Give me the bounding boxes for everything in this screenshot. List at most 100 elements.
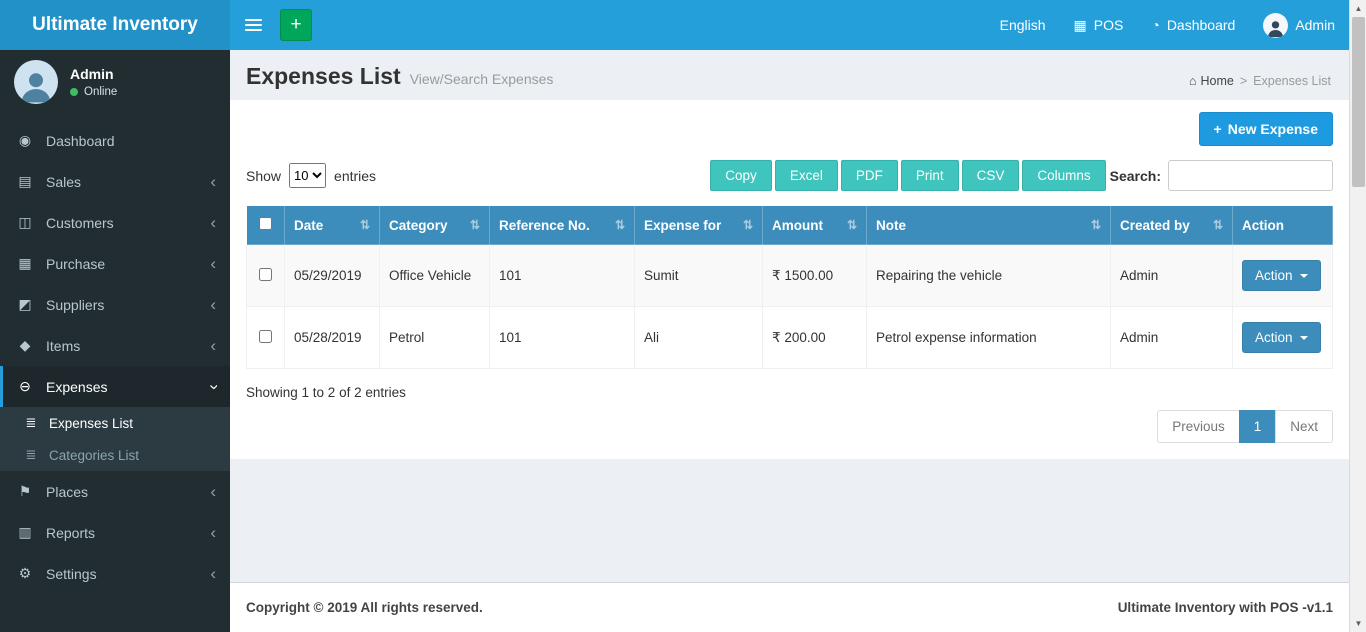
chevron-left-icon: ‹: [210, 563, 216, 583]
search-label: Search:: [1109, 167, 1161, 184]
body-row: Admin Online ◉ Dashboard ▤ Sales ‹ ◫ Cus…: [0, 50, 1349, 632]
cell-expense-for: Ali: [634, 306, 763, 369]
expenses-submenu: ≣ Expenses List ≣ Categories List: [0, 407, 230, 471]
places-icon: ⚑: [18, 483, 32, 499]
column-header-category[interactable]: Category ⇅: [379, 205, 490, 245]
sidebar-item-sales[interactable]: ▤ Sales ‹: [0, 161, 230, 202]
column-header-expense-for[interactable]: Expense for ⇅: [634, 205, 763, 245]
column-header-reference[interactable]: Reference No. ⇅: [489, 205, 635, 245]
pdf-button[interactable]: PDF: [840, 160, 898, 191]
copy-button[interactable]: Copy: [710, 160, 772, 191]
caret-down-icon: [1299, 273, 1308, 278]
chevron-left-icon: ‹: [210, 335, 216, 355]
plus-icon: +: [290, 14, 302, 35]
cell-note: Repairing the vehicle: [866, 244, 1111, 307]
table-row: 05/29/2019 Office Vehicle 101 Sumit ₹ 15…: [246, 244, 1333, 307]
scroll-down-arrow[interactable]: ▼: [1350, 615, 1366, 632]
cell-amount: ₹ 1500.00: [762, 244, 867, 307]
pos-link[interactable]: ▦ POS: [1060, 0, 1138, 50]
next-page-button[interactable]: Next: [1275, 410, 1333, 443]
entries-label: entries: [334, 167, 377, 184]
select-all-header[interactable]: [246, 205, 285, 245]
row-checkbox[interactable]: [259, 267, 272, 281]
columns-button[interactable]: Columns: [1022, 160, 1106, 191]
sidebar-user-status: Online: [70, 86, 117, 98]
search-input[interactable]: [1168, 160, 1333, 191]
dashboard-link[interactable]: ◔ Dashboard: [1137, 0, 1249, 50]
sidebar-item-purchase[interactable]: ▦ Purchase ‹: [0, 243, 230, 284]
top-header: Ultimate Inventory + English ▦ POS ◔ Das…: [0, 0, 1349, 50]
sidebar-item-expenses[interactable]: ⊖ Expenses ‹: [0, 366, 230, 407]
chevron-left-icon: ‹: [210, 294, 216, 314]
items-icon: ◆: [19, 337, 31, 353]
cell-created-by: Admin: [1110, 244, 1233, 307]
page-1-button[interactable]: 1: [1238, 410, 1277, 443]
caret-down-icon: [1299, 335, 1308, 340]
list-icon: ≣: [25, 415, 37, 430]
sidebar-user-panel: Admin Online: [0, 50, 230, 116]
breadcrumb-home-link[interactable]: ⌂ Home: [1189, 74, 1234, 88]
column-header-date[interactable]: Date ⇅: [284, 205, 380, 245]
app-window: Ultimate Inventory + English ▦ POS ◔ Das…: [0, 0, 1349, 632]
print-button[interactable]: Print: [900, 160, 959, 191]
sidebar-item-expenses-list[interactable]: ≣ Expenses List: [0, 407, 230, 439]
chevron-left-icon: ‹: [210, 481, 216, 501]
hamburger-icon: [244, 19, 262, 21]
sidebar-item-places[interactable]: ⚑ Places ‹: [0, 471, 230, 512]
previous-page-button[interactable]: Previous: [1157, 410, 1240, 443]
cell-reference: 101: [489, 244, 635, 307]
navbar: + English ▦ POS ◔ Dashboard Admin: [230, 0, 1349, 50]
sales-icon: ▤: [18, 173, 32, 189]
sort-icon: ⇅: [614, 217, 625, 232]
customers-icon: ◫: [18, 214, 32, 230]
scroll-up-arrow[interactable]: ▲: [1350, 0, 1366, 17]
purchase-icon: ▦: [18, 255, 32, 271]
brand-logo[interactable]: Ultimate Inventory: [0, 0, 230, 50]
avatar: [14, 60, 58, 104]
suppliers-icon: ◩: [18, 296, 32, 312]
sidebar-item-settings[interactable]: ⚙ Settings ‹: [0, 553, 230, 594]
cell-date: 05/28/2019: [284, 306, 380, 369]
sidebar-toggle-button[interactable]: [230, 0, 276, 50]
sidebar-item-suppliers[interactable]: ◩ Suppliers ‹: [0, 284, 230, 325]
sidebar-item-dashboard[interactable]: ◉ Dashboard: [0, 120, 230, 161]
sidebar-item-items[interactable]: ◆ Items ‹: [0, 325, 230, 366]
row-checkbox[interactable]: [259, 329, 272, 343]
scrollbar-thumb[interactable]: [1352, 17, 1365, 187]
main-content: Expenses List View/Search Expenses ⌂ Hom…: [230, 50, 1349, 632]
plus-icon: +: [1213, 121, 1222, 137]
sidebar: Admin Online ◉ Dashboard ▤ Sales ‹ ◫ Cus…: [0, 50, 230, 632]
breadcrumb-separator: >: [1239, 74, 1248, 88]
settings-icon: ⚙: [18, 565, 32, 581]
reports-icon: ▥: [18, 524, 32, 540]
chevron-left-icon: ‹: [210, 522, 216, 542]
chevron-down-icon: ‹: [203, 383, 223, 390]
export-buttons: Copy Excel PDF Print CSV Columns: [707, 160, 1106, 191]
copyright-text: Copyright © 2019 All rights reserved.: [246, 600, 483, 615]
cell-date: 05/29/2019: [284, 244, 380, 307]
row-action-button[interactable]: Action: [1242, 322, 1321, 353]
cell-amount: ₹ 200.00: [762, 306, 867, 369]
chevron-left-icon: ‹: [210, 253, 216, 273]
row-action-button[interactable]: Action: [1242, 260, 1321, 291]
column-header-amount[interactable]: Amount ⇅: [762, 205, 867, 245]
sort-icon: ⇅: [469, 217, 480, 232]
quick-add-button[interactable]: +: [280, 9, 312, 41]
column-header-created-by[interactable]: Created by ⇅: [1110, 205, 1233, 245]
user-menu[interactable]: Admin: [1249, 0, 1349, 50]
column-header-note[interactable]: Note ⇅: [866, 205, 1111, 245]
language-menu[interactable]: English: [986, 0, 1060, 50]
table-row: 05/28/2019 Petrol 101 Ali ₹ 200.00 Petro…: [246, 306, 1333, 369]
expenses-panel: + New Expense Show 10 entries Copy Excel…: [230, 100, 1349, 459]
new-expense-button[interactable]: + New Expense: [1198, 112, 1333, 146]
entries-select[interactable]: 10: [289, 163, 327, 188]
cell-created-by: Admin: [1110, 306, 1233, 369]
sort-icon: ⇅: [742, 217, 753, 232]
select-all-checkbox[interactable]: [259, 217, 272, 230]
sidebar-item-categories-list[interactable]: ≣ Categories List: [0, 439, 230, 471]
expenses-table: Date ⇅ Category ⇅ Reference No. ⇅ Expens…: [246, 205, 1333, 369]
sidebar-item-reports[interactable]: ▥ Reports ‹: [0, 512, 230, 553]
sidebar-item-customers[interactable]: ◫ Customers ‹: [0, 202, 230, 243]
excel-button[interactable]: Excel: [774, 160, 838, 191]
csv-button[interactable]: CSV: [961, 160, 1020, 191]
